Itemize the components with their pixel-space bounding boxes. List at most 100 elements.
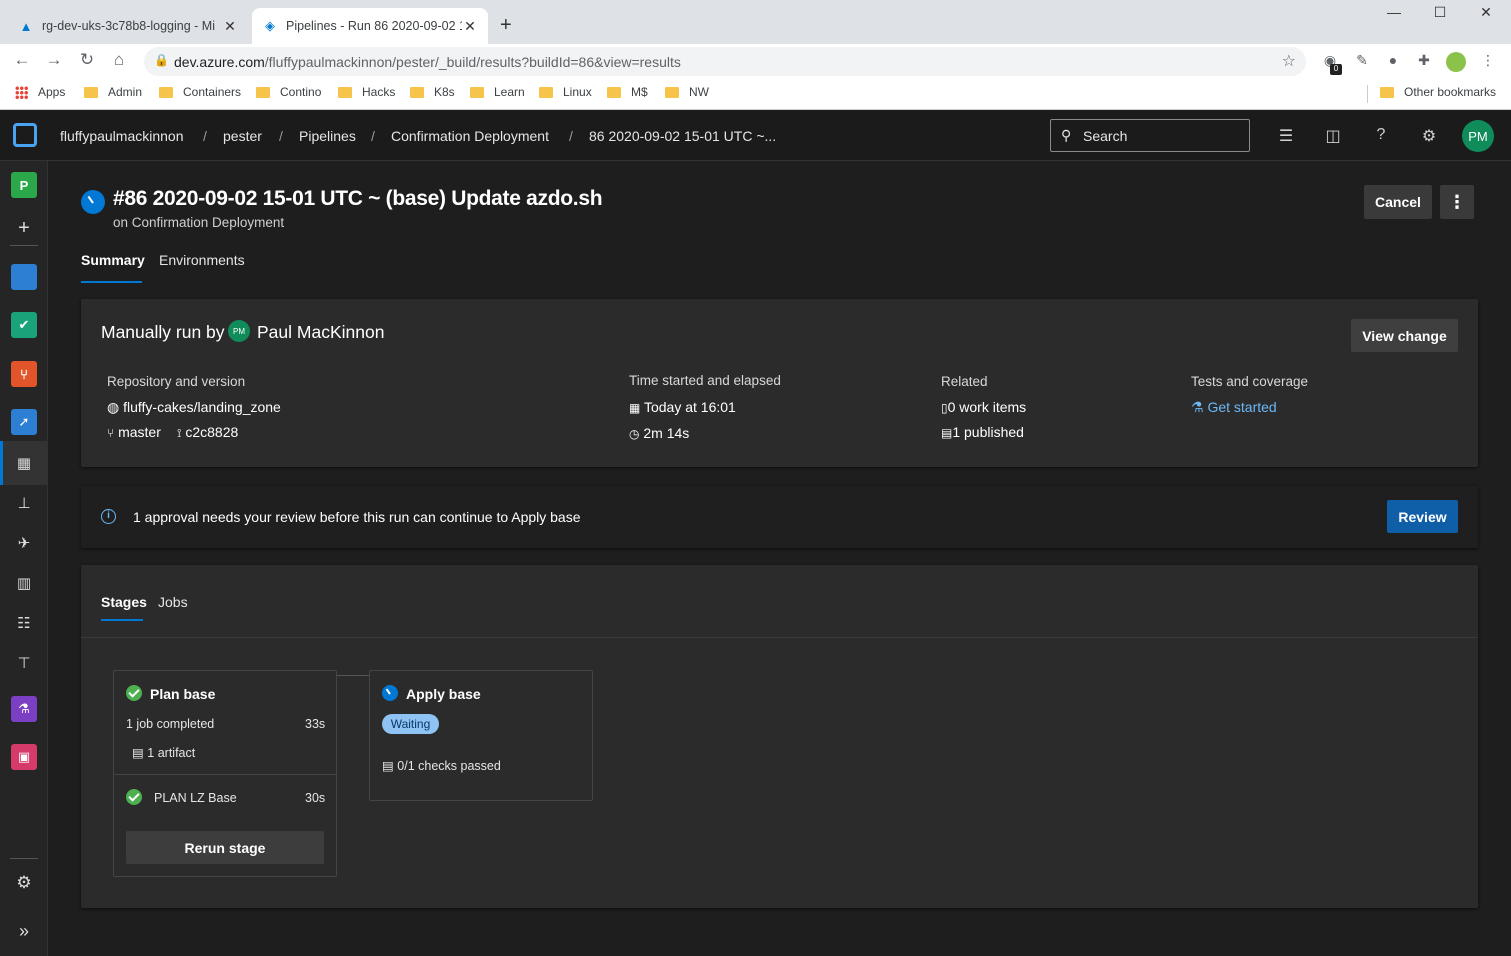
- bookmark-admin[interactable]: Admin: [84, 85, 142, 99]
- bookmarks-divider: [1367, 85, 1368, 103]
- published-value: 1 published: [952, 424, 1024, 440]
- artifact-link[interactable]: ▤ 1 artifact: [132, 745, 195, 760]
- bookmark-learn[interactable]: Learn: [470, 85, 525, 99]
- deployment-groups-icon[interactable]: ⊤: [14, 654, 34, 674]
- expand-chevron-icon[interactable]: »: [14, 921, 34, 941]
- breadcrumb-project[interactable]: pester: [223, 128, 262, 144]
- tab-summary[interactable]: Summary: [81, 252, 145, 268]
- browser-tab-pipelines[interactable]: ◈ Pipelines - Run 86 2020-09-02 15 ✕: [252, 8, 488, 44]
- tab-jobs[interactable]: Jobs: [158, 594, 188, 610]
- pencil-extension-icon[interactable]: ✎: [1352, 52, 1372, 72]
- releases-rocket-icon[interactable]: ✈: [14, 534, 34, 554]
- extension-badge: 0: [1330, 64, 1342, 75]
- stage-apply-base[interactable]: [369, 670, 593, 801]
- bookmark-ms[interactable]: M$: [607, 85, 648, 99]
- builds-icon[interactable]: ▦: [14, 454, 34, 474]
- library-icon[interactable]: ▥: [14, 574, 34, 594]
- view-change-button[interactable]: View change: [1351, 319, 1458, 352]
- folder-icon: [338, 86, 352, 98]
- repo-link[interactable]: ◍ fluffy-cakes/landing_zone: [107, 399, 281, 416]
- approval-message: 1 approval needs your review before this…: [133, 509, 581, 525]
- user-avatar[interactable]: PM: [1462, 120, 1494, 152]
- breadcrumb-separator: /: [279, 128, 283, 144]
- tab-environments[interactable]: Environments: [159, 252, 245, 268]
- browser-tab-azure-portal[interactable]: ▲ rg-dev-uks-3c78b8-logging - Mi ✕: [8, 8, 248, 44]
- minimize-button[interactable]: —: [1372, 4, 1416, 28]
- repos-icon[interactable]: ⑂: [11, 361, 37, 387]
- help-icon[interactable]: ?: [1371, 126, 1391, 146]
- bookmark-apps[interactable]: Apps: [15, 85, 65, 99]
- marketplace-bag-icon[interactable]: ◫: [1323, 126, 1343, 146]
- close-tab-icon[interactable]: ✕: [222, 18, 238, 35]
- environments-icon[interactable]: ⊥: [14, 494, 34, 514]
- reload-icon[interactable]: ↻: [75, 50, 99, 72]
- branch-link[interactable]: ⑂ master: [107, 424, 161, 440]
- tab-title: rg-dev-uks-3c78b8-logging - Mi: [42, 19, 215, 33]
- rerun-stage-button[interactable]: Rerun stage: [126, 831, 324, 864]
- tests-label: Tests and coverage: [1191, 374, 1309, 389]
- job-duration: 30s: [305, 791, 326, 805]
- job-name[interactable]: PLAN LZ Base: [154, 791, 237, 805]
- get-started-link[interactable]: ⚗ Get started: [1191, 399, 1277, 416]
- stages-tab-underline: [101, 619, 143, 621]
- bookmark-contino[interactable]: Contino: [256, 85, 321, 99]
- url-input[interactable]: 🔒 dev.azure.com/fluffypaulmackinnon/pest…: [144, 47, 1306, 76]
- cancel-button[interactable]: Cancel: [1364, 185, 1432, 219]
- page-subtitle: on Confirmation Deployment: [113, 215, 285, 230]
- bookmark-containers[interactable]: Containers: [159, 85, 241, 99]
- search-input[interactable]: ⚲ Search: [1050, 119, 1250, 152]
- bookmark-k8s[interactable]: K8s: [410, 85, 455, 99]
- clipboard-icon: ▯: [941, 401, 948, 415]
- breadcrumb-pipeline[interactable]: Confirmation Deployment: [391, 128, 549, 144]
- test-plans-icon[interactable]: ⚗: [11, 696, 37, 722]
- breadcrumb-separator: /: [203, 128, 207, 144]
- repo-name: fluffy-cakes/landing_zone: [123, 399, 281, 415]
- task-groups-icon[interactable]: ☷: [14, 614, 34, 634]
- tab-title: Pipelines - Run 86 2020-09-02 15: [286, 19, 462, 33]
- commit-link[interactable]: ⟟ c2c8828: [177, 424, 238, 441]
- profile-avatar-icon[interactable]: [1446, 52, 1466, 72]
- azure-devops-logo-icon[interactable]: [13, 123, 37, 147]
- github-icon: ◍: [107, 399, 120, 415]
- forward-arrow-icon[interactable]: →: [42, 50, 66, 72]
- tab-stages[interactable]: Stages: [101, 594, 147, 610]
- work-items-link[interactable]: ▯0 work items: [941, 399, 1026, 415]
- devops-top-nav: fluffypaulmackinnon / pester / Pipelines…: [0, 111, 1511, 161]
- close-window-button[interactable]: ✕: [1464, 4, 1508, 28]
- maximize-button[interactable]: ☐: [1418, 4, 1462, 28]
- folder-icon: [256, 86, 270, 98]
- stage-name: Apply base: [406, 686, 481, 702]
- checks-link[interactable]: ▤ 0/1 checks passed: [382, 758, 501, 773]
- breadcrumb-run[interactable]: 86 2020-09-02 15-01 UTC ~...: [589, 128, 776, 144]
- bookmark-hacks[interactable]: Hacks: [338, 85, 395, 99]
- project-avatar[interactable]: P: [11, 172, 37, 198]
- overview-icon[interactable]: [11, 264, 37, 290]
- add-icon[interactable]: +: [14, 217, 34, 239]
- breadcrumb-pipelines[interactable]: Pipelines: [299, 128, 356, 144]
- user-settings-icon[interactable]: ⚙: [1419, 126, 1439, 146]
- run-by-user-name[interactable]: Paul MacKinnon: [257, 322, 384, 343]
- kebab-menu-icon[interactable]: ⋮: [1478, 52, 1498, 72]
- boards-icon[interactable]: ✔: [11, 312, 37, 338]
- bookmark-other[interactable]: Other bookmarks: [1380, 85, 1496, 99]
- home-icon[interactable]: ⌂: [107, 50, 131, 72]
- shield-extension-icon[interactable]: ●: [1383, 52, 1403, 72]
- review-button[interactable]: Review: [1387, 500, 1458, 533]
- project-settings-gear-icon[interactable]: ⚙: [14, 873, 34, 893]
- artifacts-icon[interactable]: ▣: [11, 744, 37, 770]
- bookmark-linux[interactable]: Linux: [539, 85, 592, 99]
- breadcrumb-separator: /: [569, 128, 573, 144]
- puzzle-extensions-icon[interactable]: ✚: [1414, 52, 1434, 72]
- list-settings-icon[interactable]: ☰: [1276, 126, 1296, 146]
- bookmark-star-icon[interactable]: ☆: [1282, 51, 1296, 71]
- left-navigation-rail: P + ✔ ⑂ ➚ ▦ ⊥ ✈ ▥ ☷ ⊤ ⚗ ▣ ⚙ »: [0, 161, 48, 956]
- folder-icon: [410, 86, 424, 98]
- pipelines-icon[interactable]: ➚: [11, 409, 37, 435]
- back-arrow-icon[interactable]: ←: [10, 50, 34, 72]
- close-tab-icon[interactable]: ✕: [462, 18, 478, 35]
- bookmark-nw[interactable]: NW: [665, 85, 709, 99]
- published-link[interactable]: ▤1 published: [941, 424, 1024, 440]
- new-tab-button[interactable]: +: [500, 14, 512, 37]
- breadcrumb-org[interactable]: fluffypaulmackinnon: [60, 128, 183, 144]
- more-actions-icon[interactable]: ⋮: [1440, 185, 1474, 219]
